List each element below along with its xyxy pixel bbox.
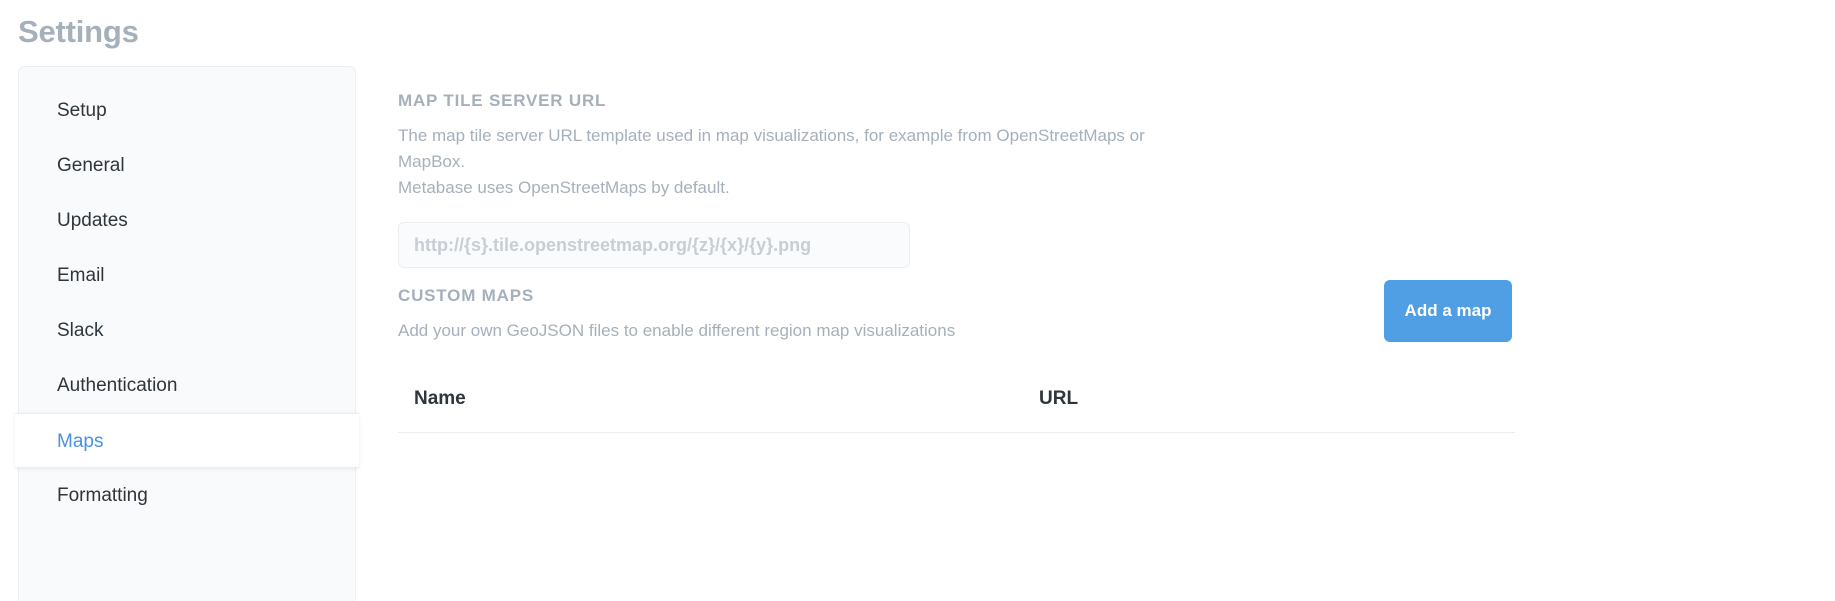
sidebar-item-setup[interactable]: Setup <box>19 83 355 138</box>
add-a-map-button[interactable]: Add a map <box>1384 280 1512 342</box>
sidebar-item-label: General <box>57 155 125 176</box>
map-tile-server-heading: MAP TILE SERVER URL <box>398 91 607 110</box>
sidebar-item-slack[interactable]: Slack <box>19 303 355 358</box>
sidebar-item-updates[interactable]: Updates <box>19 193 355 248</box>
map-tile-server-description: The map tile server URL template used in… <box>398 123 1178 200</box>
sidebar-item-list: Setup General Updates Email Slack Authen… <box>15 67 359 523</box>
settings-content: MAP TILE SERVER URL The map tile server … <box>398 66 1835 601</box>
custom-maps-header-row: CUSTOM MAPS Add your own GeoJSON files t… <box>398 280 1835 362</box>
sidebar-item-label: Maps <box>57 431 104 452</box>
sidebar-item-label: Slack <box>57 320 104 341</box>
page-title: Settings <box>18 14 139 49</box>
custom-maps-description: Add your own GeoJSON files to enable dif… <box>398 321 956 340</box>
custom-maps-table: Name URL <box>398 378 1515 433</box>
description-line-2: Metabase uses OpenStreetMaps by default. <box>398 177 730 197</box>
custom-maps-section: CUSTOM MAPS Add your own GeoJSON files t… <box>398 280 1835 433</box>
column-header-url: URL <box>1023 378 1515 433</box>
sidebar-item-label: Authentication <box>57 375 178 396</box>
map-tile-server-url-input[interactable] <box>398 222 910 269</box>
sidebar-item-label: Email <box>57 265 105 286</box>
settings-sidebar: Setup General Updates Email Slack Authen… <box>15 66 359 601</box>
description-line-1: The map tile server URL template used in… <box>398 126 1145 171</box>
sidebar-item-authentication[interactable]: Authentication <box>19 358 355 413</box>
map-tile-server-section: MAP TILE SERVER URL The map tile server … <box>398 91 1835 269</box>
sidebar-item-email[interactable]: Email <box>19 248 355 303</box>
sidebar-item-general[interactable]: General <box>19 138 355 193</box>
sidebar-item-formatting[interactable]: Formatting <box>19 468 355 523</box>
sidebar-item-label: Updates <box>57 210 128 231</box>
sidebar-item-label: Formatting <box>57 485 148 506</box>
custom-maps-table-head: Name URL <box>398 378 1515 433</box>
settings-page: Settings Setup General Updates Email Sla… <box>0 0 1835 601</box>
sidebar-item-maps[interactable]: Maps <box>15 413 359 468</box>
table-header-row: Name URL <box>398 378 1515 433</box>
custom-maps-heading: CUSTOM MAPS <box>398 286 534 305</box>
sidebar-item-label: Setup <box>57 100 107 121</box>
column-header-name: Name <box>398 378 1023 433</box>
